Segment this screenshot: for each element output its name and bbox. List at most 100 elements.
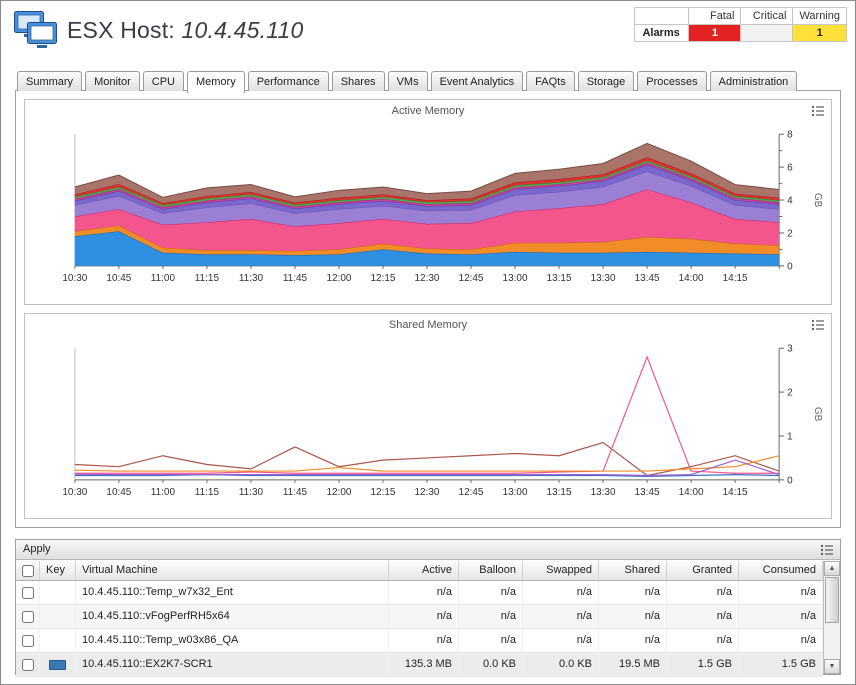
alarm-fatal-value[interactable]: 1 [689,25,741,42]
vm-name-cell[interactable]: 10.4.45.110::EX2K7-SCR1 [76,653,389,677]
shared-cell: 19.5 MB [599,653,667,677]
svg-text:11:15: 11:15 [195,487,220,498]
active-cell: n/a [389,605,459,629]
svg-text:12:45: 12:45 [459,273,484,284]
svg-text:2: 2 [787,388,793,399]
granted-cell: n/a [667,581,739,605]
swapped-cell: 0.0 KB [523,653,599,677]
tab-storage[interactable]: Storage [578,71,635,91]
svg-text:14:15: 14:15 [723,487,748,498]
row-checkbox[interactable] [22,587,34,599]
vm-table-grid: Key Virtual Machine Active Balloon Swapp… [16,561,823,674]
column-header-shared[interactable]: Shared [599,561,667,581]
row-key-cell [40,629,76,653]
svg-text:10:30: 10:30 [62,487,87,498]
alarm-warning-value[interactable]: 1 [793,25,847,42]
vm-name-cell[interactable]: 10.4.45.110::Temp_w7x32_Ent [76,581,389,605]
svg-text:11:45: 11:45 [283,487,308,498]
swapped-cell: n/a [523,605,599,629]
page-title-host: 10.4.45.110 [182,17,304,43]
svg-text:13:15: 13:15 [547,487,572,498]
tab-event-analytics[interactable]: Event Analytics [431,71,524,91]
active-memory-chart-title: Active Memory [25,100,831,122]
svg-text:12:00: 12:00 [326,487,351,498]
memory-tab-panel: Active Memory 02468GB10:3010:4511:0011:1… [15,90,841,528]
tab-shares[interactable]: Shares [332,71,385,91]
select-all-checkbox[interactable] [22,565,34,577]
column-header-active[interactable]: Active [389,561,459,581]
row-checkbox-cell [16,653,40,677]
vm-table: Key Virtual Machine Active Balloon Swapp… [16,561,840,674]
svg-text:4: 4 [787,196,793,207]
svg-text:6: 6 [787,163,793,174]
tab-faqts[interactable]: FAQts [526,71,575,91]
svg-text:13:00: 13:00 [503,487,528,498]
vm-name-cell[interactable]: 10.4.45.110::Temp_w03x86_QA [76,629,389,653]
svg-text:12:30: 12:30 [415,273,440,284]
row-checkbox[interactable] [22,611,34,623]
svg-text:13:00: 13:00 [503,273,528,284]
consumed-cell: n/a [739,629,823,653]
alarms-header-warning: Warning [793,8,847,25]
svg-text:14:00: 14:00 [679,273,704,284]
svg-text:13:30: 13:30 [591,487,616,498]
balloon-cell: n/a [459,605,523,629]
svg-text:12:30: 12:30 [415,487,440,498]
scrollbar-thumb[interactable] [825,577,839,623]
svg-text:13:15: 13:15 [547,273,572,284]
table-scrollbar: ▲ ▼ [823,561,840,674]
column-header-granted[interactable]: Granted [667,561,739,581]
scrollbar-track[interactable] [824,576,840,659]
chart-options-icon[interactable] [811,318,825,336]
alarm-critical-value[interactable] [741,25,793,42]
svg-text:11:45: 11:45 [283,273,308,284]
svg-text:10:30: 10:30 [62,273,87,284]
svg-text:0: 0 [787,261,793,272]
scroll-down-button[interactable]: ▼ [824,659,840,674]
row-checkbox[interactable] [22,635,34,647]
row-checkbox-cell [16,605,40,629]
alarms-header-fatal: Fatal [689,8,741,25]
tab-memory[interactable]: Memory [187,71,245,93]
tab-performance[interactable]: Performance [248,71,329,91]
svg-text:14:15: 14:15 [723,273,748,284]
page-title: ESX Host: 10.4.45.110 [67,17,304,44]
svg-text:12:15: 12:15 [371,273,396,284]
tab-monitor[interactable]: Monitor [85,71,140,91]
column-header-key[interactable]: Key [40,561,76,581]
consumed-cell: 1.5 GB [739,653,823,677]
chart-options-icon[interactable] [811,104,825,122]
svg-text:11:00: 11:00 [151,273,176,284]
tab-cpu[interactable]: CPU [143,71,184,91]
svg-text:10:45: 10:45 [106,273,131,284]
vm-name-cell[interactable]: 10.4.45.110::vFogPerfRH5x64 [76,605,389,629]
apply-button[interactable]: Apply [23,543,51,555]
svg-text:12:45: 12:45 [459,487,484,498]
tab-vms[interactable]: VMs [388,71,428,91]
svg-text:12:00: 12:00 [326,273,351,284]
svg-text:0: 0 [787,475,793,486]
balloon-cell: n/a [459,581,523,605]
tab-processes[interactable]: Processes [637,71,706,91]
svg-text:8: 8 [787,130,793,141]
row-checkbox-cell [16,581,40,605]
svg-text:1: 1 [787,431,793,442]
svg-text:11:15: 11:15 [195,273,220,284]
row-checkbox[interactable] [22,659,34,671]
tab-administration[interactable]: Administration [710,71,798,91]
active-memory-chart-box: Active Memory 02468GB10:3010:4511:0011:1… [24,99,832,305]
alarms-corner-cell [635,8,689,25]
column-header-swapped[interactable]: Swapped [523,561,599,581]
svg-text:3: 3 [787,344,793,355]
shared-cell: n/a [599,605,667,629]
shared-cell: n/a [599,581,667,605]
svg-text:11:00: 11:00 [151,487,176,498]
column-header-vm[interactable]: Virtual Machine [76,561,389,581]
shared-cell: n/a [599,629,667,653]
scroll-up-button[interactable]: ▲ [824,561,840,576]
column-header-balloon[interactable]: Balloon [459,561,523,581]
column-header-consumed[interactable]: Consumed [739,561,823,581]
alarms-header-critical: Critical [741,8,793,25]
alarms-panel: Fatal Critical Warning Alarms 1 1 [634,7,847,42]
tab-summary[interactable]: Summary [17,71,82,91]
